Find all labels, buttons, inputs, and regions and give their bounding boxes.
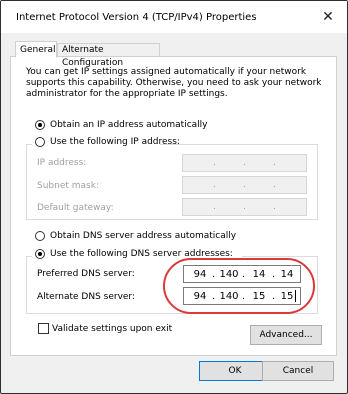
description-text: You can get IP settings assigned automat… (26, 67, 322, 99)
window-title: Internet Protocol Version 4 (TCP/IPv4) P… (16, 12, 257, 23)
advanced-button[interactable]: Advanced... (250, 325, 322, 345)
ip-address-label: IP address: (37, 158, 87, 168)
validate-checkbox-label: Validate settings upon exit (52, 324, 173, 334)
default-gateway-label: Default gateway: (37, 203, 114, 213)
radio-use-following-ip-label: Use the following IP address: (50, 137, 180, 147)
cancel-button[interactable]: Cancel (262, 361, 334, 381)
ip-address-field: . . . (182, 154, 307, 172)
radio-use-following-dns[interactable] (35, 249, 45, 259)
alternate-dns-label: Alternate DNS server: (37, 292, 136, 302)
preferred-dns-label: Preferred DNS server: (37, 269, 135, 279)
radio-obtain-dns-auto-label: Obtain DNS server address automatically (50, 231, 237, 241)
radio-obtain-ip-auto[interactable] (35, 120, 45, 130)
subnet-mask-field: . . . (182, 176, 307, 194)
radio-obtain-ip-auto-label: Obtain an IP address automatically (50, 120, 208, 130)
highlight-circle (163, 258, 315, 314)
tab-alternate-configuration[interactable]: Alternate Configuration (57, 43, 160, 68)
close-icon[interactable]: ✕ (318, 9, 338, 25)
subnet-mask-label: Subnet mask: (37, 181, 99, 191)
ok-button[interactable]: OK (199, 361, 271, 381)
validate-checkbox[interactable] (38, 323, 49, 334)
radio-use-following-ip[interactable] (35, 137, 45, 147)
default-gateway-field: . . . (182, 198, 307, 216)
radio-obtain-dns-auto[interactable] (35, 231, 45, 241)
tab-general[interactable]: General (15, 41, 57, 58)
